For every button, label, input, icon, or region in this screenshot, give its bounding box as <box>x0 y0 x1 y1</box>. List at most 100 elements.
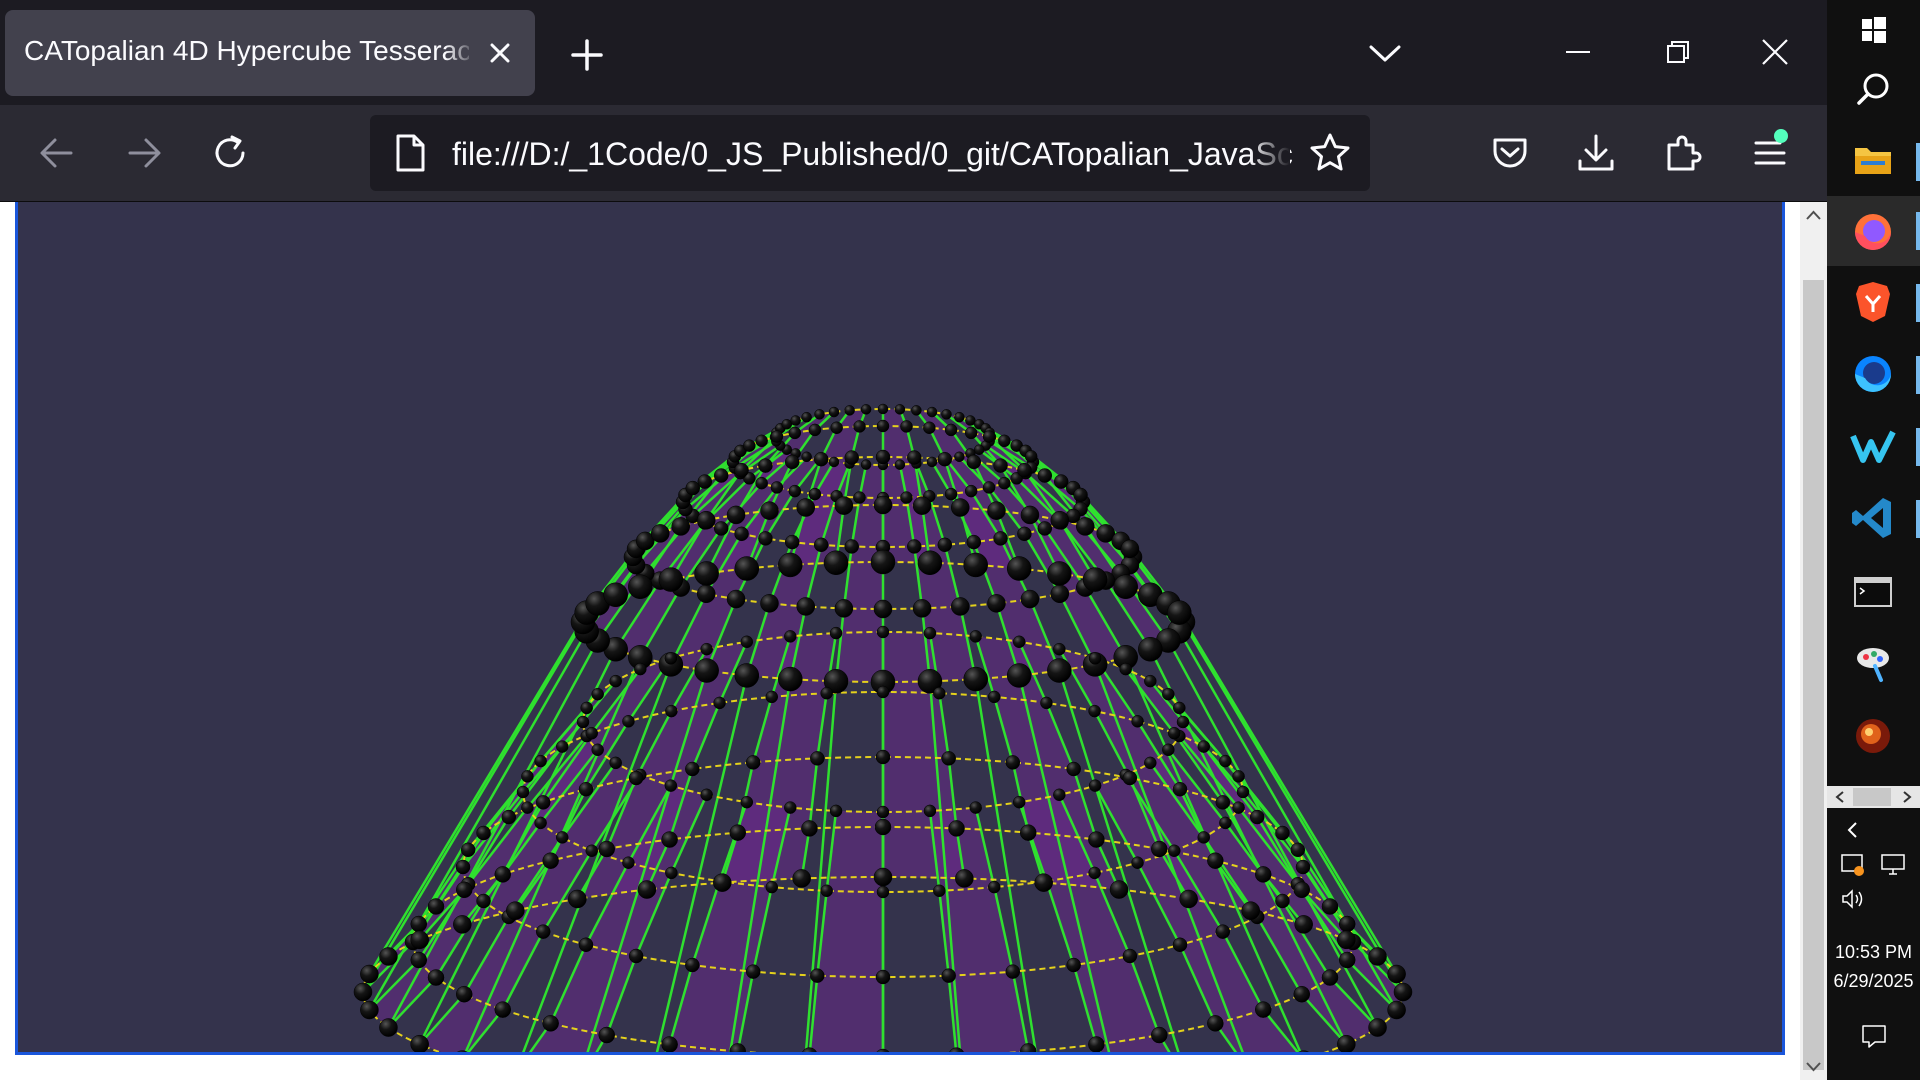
brave-icon[interactable] <box>1847 276 1899 328</box>
clock-time[interactable]: 10:53 PM <box>1827 941 1920 963</box>
vertex-node <box>765 690 779 704</box>
vertex-node <box>1131 856 1144 869</box>
vscode-icon[interactable] <box>1847 492 1899 544</box>
vertex-node <box>1167 600 1192 625</box>
tab-title-fade <box>445 28 475 78</box>
notification-center-icon[interactable] <box>1859 1022 1889 1050</box>
vertex-node <box>844 539 859 554</box>
vertex-node <box>1050 510 1070 530</box>
webgl-canvas[interactable] <box>15 202 1785 1055</box>
vertex-node <box>954 411 965 423</box>
vertex-node <box>1337 930 1356 950</box>
restore-icon[interactable] <box>1660 34 1696 70</box>
clock-date[interactable]: 6/29/2025 <box>1827 970 1920 992</box>
star-icon[interactable] <box>1308 131 1352 175</box>
vertex-node <box>494 866 512 883</box>
browser-tab[interactable]: CATopalian 4D Hypercube Tesseract ( <box>5 10 535 96</box>
vertex-node <box>1236 785 1250 799</box>
pinned-indicator <box>1916 212 1920 250</box>
chevron-down-icon[interactable] <box>1367 35 1403 71</box>
url-text[interactable]: file:///D:/_1Code/0_JS_Published/0_git/C… <box>452 135 1292 173</box>
puzzle-icon[interactable] <box>1661 131 1705 175</box>
vertex-node <box>1109 880 1129 899</box>
vertex-node <box>993 531 1008 546</box>
download-icon[interactable] <box>1574 131 1618 175</box>
vertex-node <box>501 809 517 825</box>
vertex-node <box>969 801 982 814</box>
vertex-node <box>853 420 866 433</box>
scroll-down-icon[interactable] <box>1805 1060 1822 1074</box>
scroll-left-icon[interactable] <box>1833 790 1847 804</box>
terminal-icon[interactable] <box>1847 566 1899 618</box>
vertex-node <box>820 884 833 898</box>
vertex-node <box>1207 1015 1224 1032</box>
tesseract-render[interactable] <box>18 202 1782 1052</box>
scrollbar-thumb[interactable] <box>1803 280 1824 1070</box>
network-icon[interactable] <box>1879 852 1907 878</box>
taskbar-scrollbar[interactable] <box>1827 786 1920 808</box>
vertex-node <box>1338 951 1356 969</box>
vertex-node <box>788 484 802 498</box>
back-arrow-icon[interactable] <box>35 131 79 175</box>
vertex-node <box>987 690 1001 704</box>
plus-icon[interactable] <box>567 35 607 75</box>
volume-icon[interactable] <box>1839 886 1867 912</box>
vertex-node <box>873 599 893 619</box>
vertex-node <box>1275 893 1290 909</box>
minimize-icon[interactable] <box>1560 34 1596 70</box>
vertex-node <box>1066 957 1081 973</box>
vertex-node <box>1232 770 1245 783</box>
vertex-node <box>700 642 713 656</box>
scroll-right-icon[interactable] <box>1900 790 1914 804</box>
firefox-developer-icon[interactable] <box>1847 348 1899 400</box>
vertex-node <box>834 496 854 515</box>
vertex-node <box>622 856 635 869</box>
vertex-node <box>877 403 889 415</box>
close-icon[interactable] <box>485 38 515 68</box>
vertex-node <box>726 505 746 525</box>
vertex-node <box>758 458 773 473</box>
vertex-node <box>1368 947 1387 966</box>
vertex-node <box>622 715 635 728</box>
windsurf-icon[interactable] <box>1847 420 1899 472</box>
windows-start-icon[interactable] <box>1847 4 1899 56</box>
vertex-node <box>844 450 859 465</box>
vertex-node <box>912 599 932 618</box>
vertex-node <box>555 831 569 844</box>
vertex-node <box>828 406 840 418</box>
vertex-node <box>1006 556 1032 581</box>
surface-face <box>809 975 883 1052</box>
firefox-icon[interactable] <box>1847 206 1899 258</box>
taskbar-scroll-thumb[interactable] <box>1853 788 1891 806</box>
vertex-node <box>966 454 982 470</box>
vertex-node <box>585 844 599 858</box>
vertex-node <box>521 770 534 783</box>
search-icon[interactable] <box>1847 64 1899 116</box>
vertex-node <box>993 458 1008 473</box>
vertex-node <box>685 480 701 496</box>
vertex-node <box>844 405 855 416</box>
vertex-node <box>778 666 803 692</box>
reload-icon[interactable] <box>208 131 252 175</box>
page-icon <box>396 134 425 172</box>
vertex-node <box>1249 809 1265 825</box>
vertex-node <box>637 880 657 899</box>
vertex-node <box>650 524 670 543</box>
pocket-icon[interactable] <box>1488 131 1532 175</box>
window-close-icon[interactable] <box>1757 34 1793 70</box>
vertex-node <box>1088 866 1101 880</box>
forward-arrow-icon[interactable] <box>122 131 166 175</box>
game-app-icon[interactable] <box>1847 710 1899 762</box>
paint-app-icon[interactable] <box>1847 636 1899 688</box>
vertex-node <box>801 820 818 837</box>
show-hidden-icons-icon[interactable] <box>1841 818 1865 842</box>
url-bar[interactable]: file:///D:/_1Code/0_JS_Published/0_git/C… <box>370 115 1370 191</box>
pinned-indicator <box>1916 143 1920 181</box>
vertical-scrollbar[interactable] <box>1800 202 1827 1080</box>
vertex-node <box>697 474 713 489</box>
sync-notification-icon[interactable] <box>1839 852 1867 878</box>
vertex-node <box>740 795 754 809</box>
file-explorer-icon[interactable] <box>1847 134 1899 186</box>
scroll-up-icon[interactable] <box>1805 208 1822 222</box>
vertex-node <box>658 567 684 592</box>
